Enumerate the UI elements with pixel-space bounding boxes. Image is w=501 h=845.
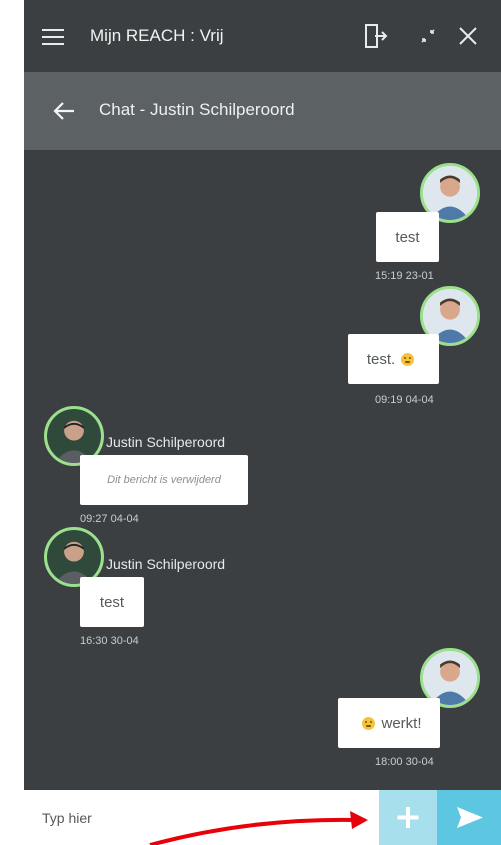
message-time: 16:30 30-04 <box>80 635 139 647</box>
message-bubble: werkt! <box>338 698 440 748</box>
minimize-icon[interactable] <box>414 22 442 50</box>
app-window: Mijn REACH : Vrij Chat - Justin Schilper… <box>24 0 501 845</box>
smile-emoji-icon <box>401 352 415 366</box>
top-bar: Mijn REACH : Vrij <box>24 0 501 72</box>
composer-bar <box>24 790 501 845</box>
message-input[interactable] <box>24 790 379 845</box>
send-icon <box>457 807 483 828</box>
message-list[interactable]: test 15:19 23-01 test. 09:19 04-04 Justi… <box>24 150 501 790</box>
deleted-message-bubble: Dit bericht is verwijderd <box>80 455 248 505</box>
chat-header: Chat - Justin Schilperoord <box>24 72 501 150</box>
message-bubble: test <box>376 212 439 262</box>
back-arrow-icon[interactable] <box>50 97 78 125</box>
menu-icon[interactable] <box>42 29 64 45</box>
close-icon[interactable] <box>454 22 482 50</box>
app-title: Mijn REACH : Vrij <box>90 26 224 45</box>
chat-title: Chat - Justin Schilperoord <box>99 100 295 119</box>
message-time: 09:27 04-04 <box>80 513 139 525</box>
message-time: 15:19 23-01 <box>375 270 434 282</box>
sender-name: Justin Schilperoord <box>106 434 226 450</box>
smile-emoji-icon <box>362 716 376 730</box>
message-time: 18:00 30-04 <box>375 756 434 768</box>
send-button[interactable] <box>437 790 501 845</box>
add-attachment-button[interactable] <box>379 790 437 845</box>
sender-name: Justin Schilperoord <box>106 556 226 572</box>
message-bubble: test <box>80 577 144 627</box>
plus-icon <box>397 807 419 828</box>
message-bubble: test. <box>348 334 439 384</box>
message-time: 09:19 04-04 <box>375 394 434 406</box>
logout-icon[interactable] <box>362 22 390 50</box>
